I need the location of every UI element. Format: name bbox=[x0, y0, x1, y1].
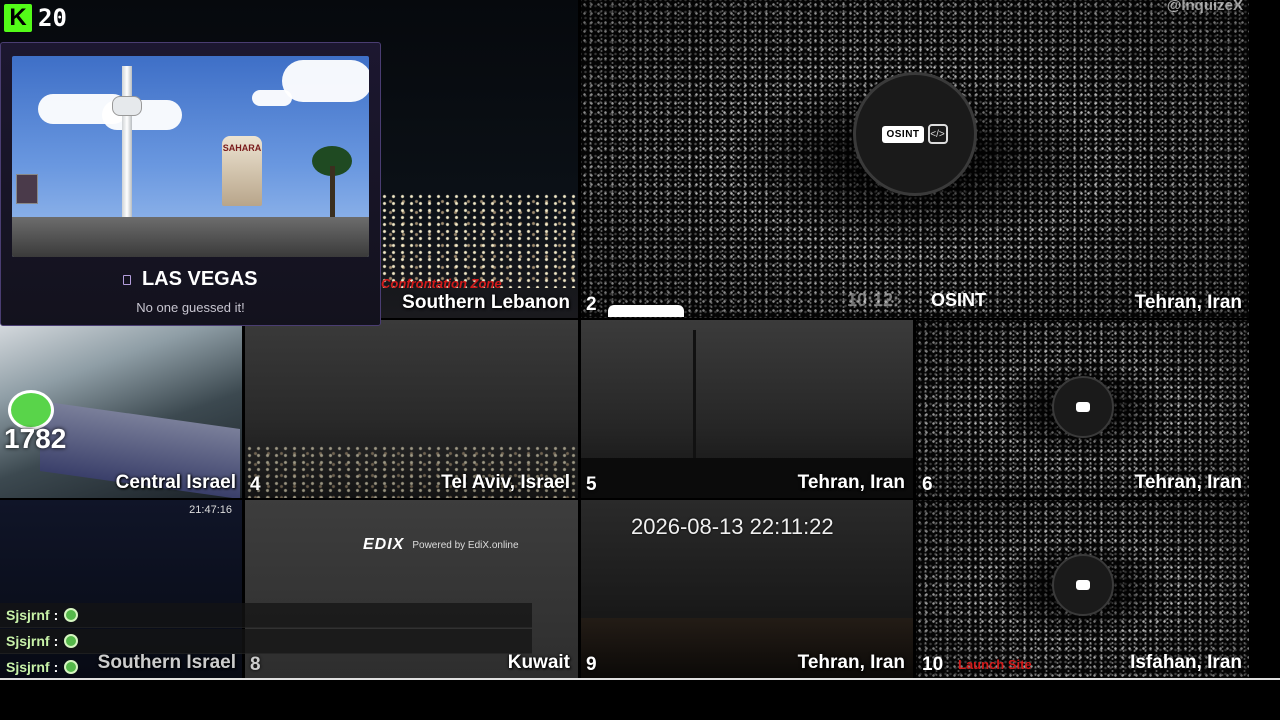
tile-number-10: 10 bbox=[922, 654, 944, 675]
emote-icon bbox=[64, 608, 79, 622]
right-black-bar bbox=[1250, 0, 1280, 680]
timestamp-partial: 10:12: bbox=[847, 290, 900, 310]
street-ground bbox=[12, 217, 369, 257]
webcam-thumbnail bbox=[16, 174, 38, 204]
chat-message: Sjsjrnf : bbox=[0, 655, 532, 680]
osint-badge bbox=[1076, 402, 1090, 412]
emote-icon bbox=[64, 634, 79, 648]
chat-separator: : bbox=[53, 607, 59, 623]
tile-label-tel-aviv: Tel Aviv, Israel bbox=[441, 472, 570, 493]
confrontation-zone-tag: Confrontation Zone bbox=[381, 276, 502, 291]
osint-logo-disc: OSINT </> bbox=[853, 72, 977, 196]
tile-timestamp: 2026-08-13 22:11:22 bbox=[631, 514, 834, 539]
launch-site-tag: Launch Site bbox=[958, 657, 1032, 672]
chat-message: Sjsjrnf : bbox=[0, 629, 532, 654]
antenna-mast bbox=[693, 330, 696, 470]
tile-timestamp: 21:47:16 bbox=[189, 504, 232, 516]
camera-tile-tel-aviv[interactable]: Tel Aviv, Israel bbox=[245, 320, 578, 498]
kick-logo-icon: K bbox=[4, 4, 32, 32]
osint-badge: OSINT bbox=[882, 125, 924, 143]
emote-icon bbox=[64, 660, 79, 674]
tile-label-central-israel: Central Israel bbox=[115, 472, 236, 493]
bottom-black-area bbox=[0, 680, 1280, 720]
tile-label-tehran-4: Tehran, Iran bbox=[797, 652, 905, 673]
code-icon: </> bbox=[927, 124, 948, 144]
chat-message: Sjsjrnf : bbox=[0, 603, 532, 628]
sahara-sign-text: SAHARA bbox=[222, 143, 262, 153]
osint-watermark: OSINT bbox=[931, 290, 987, 310]
location-photo: SAHARA bbox=[12, 56, 369, 257]
stratosphere-tower bbox=[122, 66, 132, 236]
osint-badge bbox=[1076, 580, 1090, 590]
points-counter: K 20 bbox=[4, 4, 67, 32]
cloud bbox=[282, 60, 369, 102]
white-redaction-bar bbox=[608, 305, 684, 317]
city-lights bbox=[380, 192, 578, 288]
location-title: LAS VEGAS bbox=[1, 268, 380, 291]
osint-logo-disc bbox=[1052, 554, 1114, 616]
user-count-overlay: 1782 bbox=[4, 423, 67, 454]
edix-tagline: Powered by EdiX.online bbox=[412, 539, 519, 551]
chat-username: Sjsjrnf bbox=[6, 659, 50, 675]
chat-separator: : bbox=[53, 633, 59, 649]
tile-label-isfahan: Isfahan, Iran bbox=[1130, 652, 1242, 673]
sahara-sign: SAHARA bbox=[222, 136, 262, 206]
chat-separator: : bbox=[53, 659, 59, 675]
camera-tile-tehran-4[interactable]: 2026-08-13 22:11:22 Tehran, Iran bbox=[581, 500, 913, 678]
guess-status: No one guessed it! bbox=[136, 300, 245, 315]
counter-value: 20 bbox=[38, 4, 67, 32]
chat-username: Sjsjrnf bbox=[6, 633, 50, 649]
osint-logo-disc bbox=[1052, 376, 1114, 438]
tile-label-tehran-3: Tehran, Iran bbox=[1134, 472, 1242, 493]
tower-pod bbox=[112, 96, 142, 116]
tile-label-tehran: Tehran, Iran bbox=[1134, 292, 1242, 313]
cloud bbox=[252, 90, 292, 106]
flag-icon bbox=[123, 274, 132, 285]
geoguess-popup: SAHARA LAS VEGAS No one guessed it! bbox=[0, 42, 381, 326]
tile-number-9: 9 bbox=[586, 654, 597, 675]
edix-ad[interactable]: EDIX Powered by EdiX.online bbox=[363, 536, 519, 554]
camera-tile-tehran-3[interactable]: Tehran, Iran bbox=[916, 320, 1249, 498]
watermark-handle: @InquizeX bbox=[1166, 0, 1243, 14]
tile-label-southern-lebanon: Southern Lebanon bbox=[402, 292, 570, 313]
location-name: LAS VEGAS bbox=[141, 268, 258, 290]
edix-logo: EDIX bbox=[363, 536, 405, 553]
camera-tile-tehran-2[interactable]: Tehran, Iran bbox=[581, 320, 913, 498]
chat-username: Sjsjrnf bbox=[6, 607, 50, 623]
camera-tile-isfahan[interactable]: Launch Site Isfahan, Iran bbox=[916, 500, 1249, 678]
camera-tile-tehran-main[interactable]: OSINT </> @InquizeX 10:12: OSINT Tehran,… bbox=[581, 0, 1249, 318]
tile-label-tehran-2: Tehran, Iran bbox=[797, 472, 905, 493]
camera-tile-central-israel[interactable]: 1782 Central Israel bbox=[0, 320, 242, 498]
